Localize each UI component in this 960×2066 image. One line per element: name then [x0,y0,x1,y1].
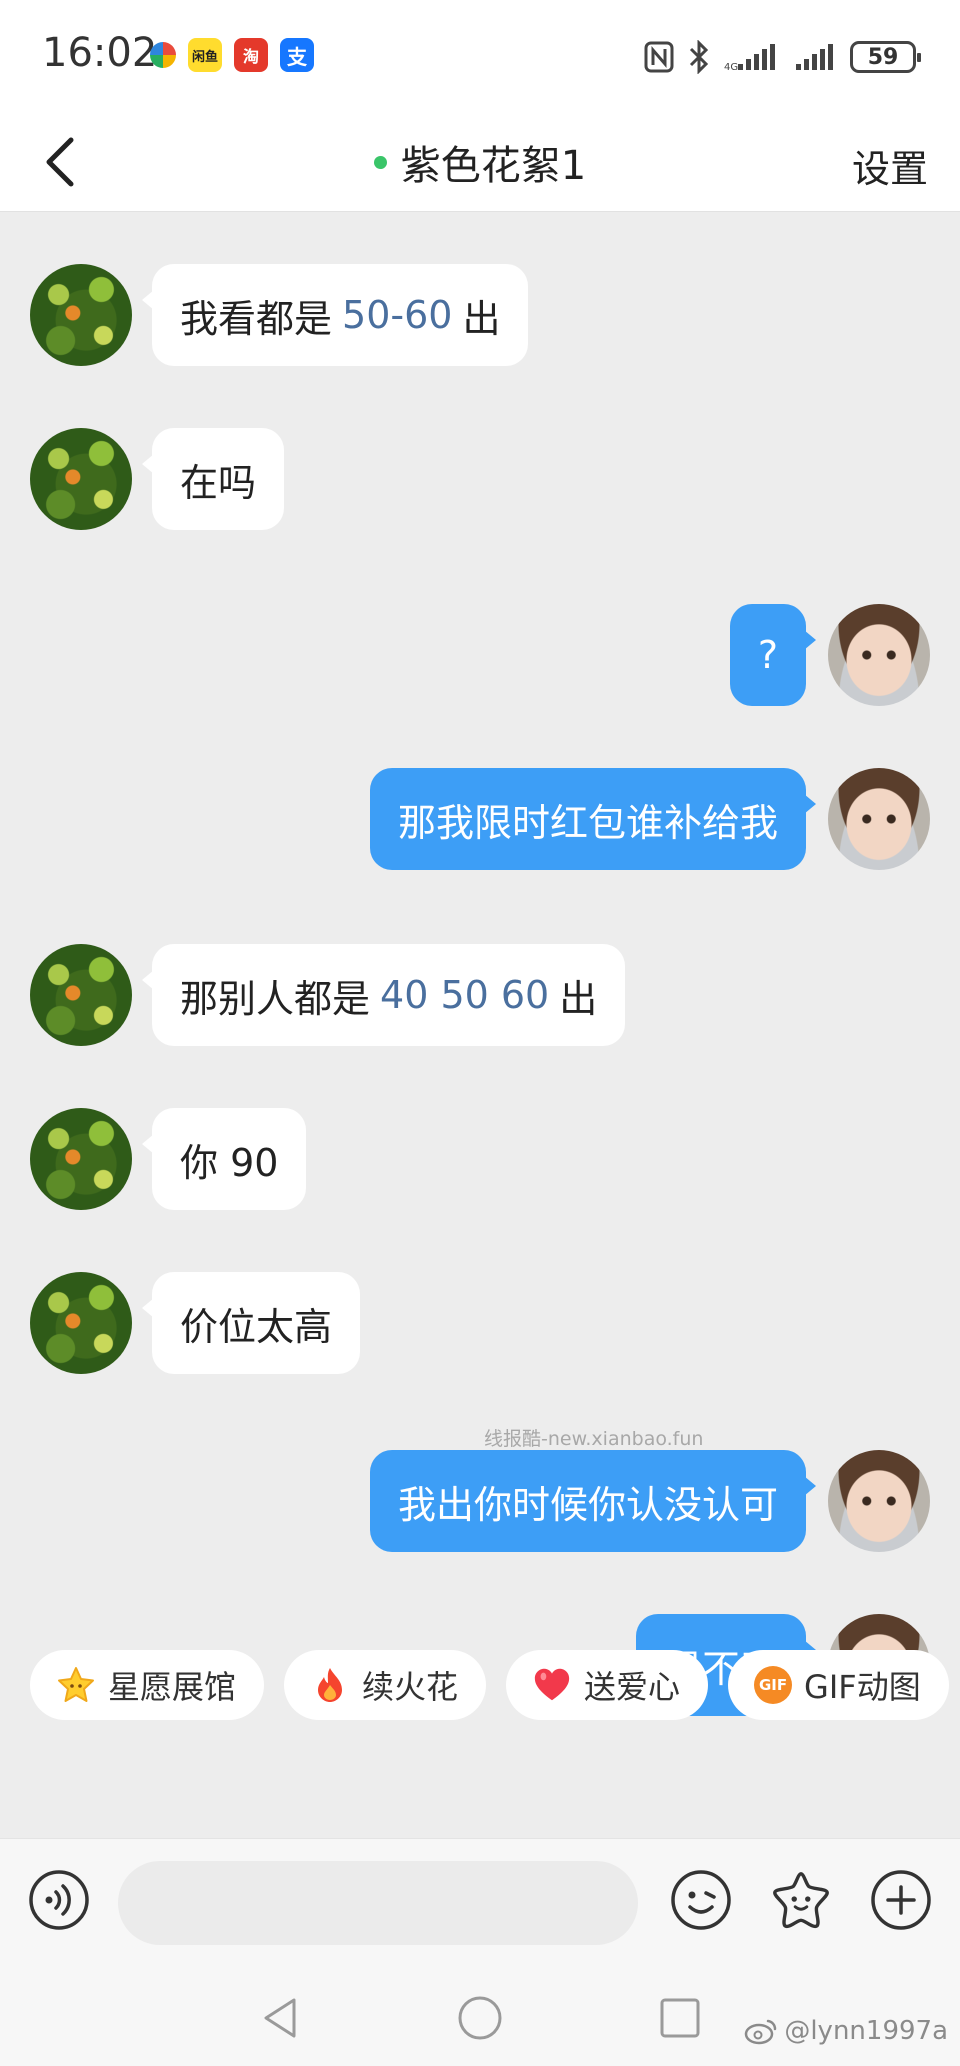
weibo-handle: @lynn1997a [784,2016,948,2046]
my-avatar[interactable] [828,768,930,870]
message-text: 出 [559,976,598,1021]
triangle-back-icon [264,1998,296,2038]
emoji-button[interactable] [670,1869,732,1931]
weibo-watermark: @lynn1997a [744,2016,948,2046]
nfc-icon [644,41,674,73]
notification-app-icons: 闲鱼 淘 支 [150,38,314,72]
quick-action-label: 送爱心 [584,1668,681,1706]
plus-circle-icon [871,1870,931,1930]
message-text: 那别人都是 [180,976,371,1021]
gif-icon: GIF [754,1666,793,1704]
pinwheel-app-icon [150,42,176,68]
outgoing-message-bubble[interactable]: 那我限时红包谁补给我 [369,768,817,870]
input-bar [0,1838,960,1970]
my-avatar[interactable] [828,1450,930,1552]
message-text: 你 90 [180,1140,279,1185]
quick-action-continue-spark[interactable]: 续火花 [284,1650,487,1720]
chat-title: 紫色花絮1 [400,143,587,189]
settings-button[interactable]: 设置 [852,138,928,193]
signal-2-icon [796,44,833,70]
incoming-message-bubble[interactable]: 在吗 [141,428,285,530]
status-bar: 16:02 闲鱼 淘 支 4G 59 [0,0,960,112]
message-input[interactable] [118,1861,638,1945]
more-button[interactable] [870,1869,932,1931]
message-number-link[interactable]: 50-60 [342,293,452,337]
incoming-message-bubble[interactable]: 价位太高 [141,1272,361,1374]
friend-avatar[interactable] [30,944,132,1046]
circle-home-icon [458,1996,502,2040]
battery-indicator: 59 [850,41,921,73]
sticker-button[interactable] [770,1869,832,1931]
quick-action-label: GIF动图 [804,1668,921,1706]
alipay-app-icon: 支 [280,38,314,72]
status-time: 16:02 [42,30,158,76]
chat-title-wrap: 紫色花絮1 [0,112,960,212]
taobao-app-icon: 淘 [234,38,268,72]
nav-recents-button[interactable] [654,1992,706,2044]
square-recents-icon [660,1998,700,2038]
message-text: 那我限时红包谁补给我 [397,800,778,845]
svg-text:4G: 4G [724,62,738,72]
star-icon [56,1665,96,1705]
bluetooth-icon [689,40,709,74]
message-text: 出 [462,296,501,341]
friend-avatar[interactable] [30,1272,132,1374]
outgoing-message-bubble[interactable]: 我出你时候你认没认可 [369,1450,817,1552]
flame-icon [310,1665,350,1705]
heart-icon [532,1665,572,1705]
message-text: 我看都是 [180,296,333,341]
incoming-message-bubble[interactable]: 我看都是 50-60 出 [141,264,529,366]
voice-icon [29,1870,89,1930]
quick-action-gif[interactable]: GIF GIF动图 [728,1650,949,1720]
incoming-message-bubble[interactable]: 你 90 [141,1108,307,1210]
quick-action-star-gallery[interactable]: 星愿展馆 [30,1650,265,1720]
message-text: 价位太高 [180,1304,333,1349]
signal-1-icon: 4G [724,44,775,72]
message-text: 我出你时候你认没认可 [397,1482,778,1527]
friend-avatar[interactable] [30,1108,132,1210]
friend-avatar[interactable] [30,428,132,530]
friend-avatar[interactable] [30,264,132,366]
weibo-logo-icon [745,2019,777,2045]
quick-action-send-love[interactable]: 送爱心 [506,1650,709,1720]
quick-action-bar: 星愿展馆 续火花 送爱心 GIF GIF动图 [30,1650,949,1720]
outgoing-message-bubble[interactable]: ? [729,604,817,706]
quick-action-label: 续火花 [362,1668,459,1706]
status-indicators: 4G 59 [644,40,921,74]
emoji-icon [671,1870,731,1930]
nav-home-button[interactable] [454,1992,506,2044]
message-number-link[interactable]: 40 50 60 [380,973,549,1017]
xianyu-app-icon: 闲鱼 [188,38,222,72]
voice-button[interactable] [28,1869,90,1931]
quick-action-label: 星愿展馆 [108,1668,237,1706]
message-text: 在吗 [180,460,257,505]
incoming-message-bubble[interactable]: 那别人都是 40 50 60 出 [141,944,626,1046]
chat-header: 紫色花絮1 设置 [0,112,960,212]
nav-back-button[interactable] [254,1992,306,2044]
star-face-icon [773,1872,829,1929]
watermark: 线报酷-new.xianbao.fun [484,1428,704,1450]
my-avatar[interactable] [828,604,930,706]
online-status-dot [373,155,387,169]
message-text: ? [757,633,778,677]
